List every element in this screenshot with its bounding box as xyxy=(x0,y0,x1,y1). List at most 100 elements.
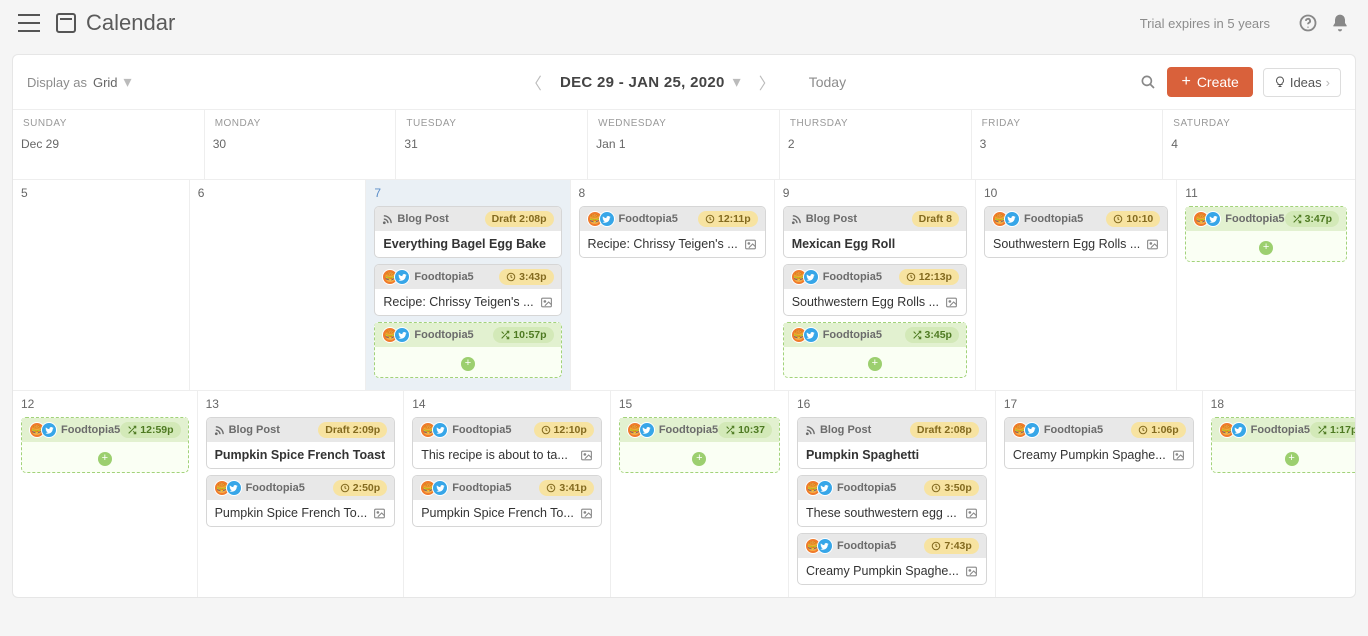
card-title: Everything Bagel Egg Bake xyxy=(383,237,546,251)
cell-date: 13 xyxy=(206,397,396,411)
requeue-slot[interactable]: 🍔 Foodtopia5 10:37+ xyxy=(619,417,780,473)
social-card[interactable]: 🍔 Foodtopia5 3:43pRecipe: Chrissy Teigen… xyxy=(374,264,561,316)
add-icon[interactable]: + xyxy=(1285,452,1299,466)
card-title: Recipe: Chrissy Teigen's ... xyxy=(383,295,533,309)
calendar-cell[interactable]: 3 xyxy=(972,131,1164,179)
cell-date: Jan 1 xyxy=(596,137,771,151)
blog-card[interactable]: Blog PostDraft 2:08pPumpkin Spaghetti xyxy=(797,417,987,469)
chevron-down-icon: ▾ xyxy=(124,72,132,92)
blog-card[interactable]: Blog PostDraft 2:08pEverything Bagel Egg… xyxy=(374,206,561,258)
blog-label: Blog Post xyxy=(214,424,280,436)
prev-period[interactable]: 〈 xyxy=(522,66,546,98)
add-icon[interactable]: + xyxy=(98,452,112,466)
requeue-slot[interactable]: 🍔 Foodtopia5 10:57p+ xyxy=(374,322,561,378)
social-card[interactable]: 🍔 Foodtopia5 3:50pThese southwestern egg… xyxy=(797,475,987,527)
add-icon[interactable]: + xyxy=(461,357,475,371)
day-header: SUNDAY xyxy=(13,110,205,131)
blog-card[interactable]: Blog PostDraft 2:09pPumpkin Spice French… xyxy=(206,417,396,469)
social-profile: 🍔 Foodtopia5 xyxy=(627,422,718,438)
social-profile: 🍔 Foodtopia5 xyxy=(1012,422,1103,438)
social-card[interactable]: 🍔 Foodtopia5 12:13pSouthwestern Egg Roll… xyxy=(783,264,967,316)
blog-label: Blog Post xyxy=(791,213,857,225)
social-card[interactable]: 🍔 Foodtopia5 1:06pCreamy Pumpkin Spaghe.… xyxy=(1004,417,1194,469)
cell-date: 30 xyxy=(213,137,388,151)
calendar-cell[interactable]: 17🍔 Foodtopia5 1:06pCreamy Pumpkin Spagh… xyxy=(996,390,1203,597)
requeue-slot[interactable]: 🍔 Foodtopia5 3:47p+ xyxy=(1185,206,1347,262)
cell-date: 6 xyxy=(198,186,358,200)
image-icon xyxy=(1172,449,1185,462)
card-title: Pumpkin Spaghetti xyxy=(806,448,919,462)
calendar-cell[interactable]: 15🍔 Foodtopia5 10:37+ xyxy=(611,390,789,597)
image-icon xyxy=(1146,238,1159,251)
time-pill: 12:10p xyxy=(534,422,594,438)
calendar-cell[interactable]: 10🍔 Foodtopia5 10:10Southwestern Egg Rol… xyxy=(976,179,1177,390)
social-card[interactable]: 🍔 Foodtopia5 2:50pPumpkin Spice French T… xyxy=(206,475,396,527)
social-profile: 🍔 Foodtopia5 xyxy=(420,480,511,496)
calendar-cell[interactable]: 13 Blog PostDraft 2:09pPumpkin Spice Fre… xyxy=(198,390,405,597)
blog-card[interactable]: Blog PostDraft 8Mexican Egg Roll xyxy=(783,206,967,258)
card-title: This recipe is about to ta... xyxy=(421,448,568,462)
requeue-slot[interactable]: 🍔 Foodtopia5 1:17p+ xyxy=(1211,417,1356,473)
calendar-cell[interactable]: 4 xyxy=(1163,131,1355,179)
social-card[interactable]: 🍔 Foodtopia5 10:10Southwestern Egg Rolls… xyxy=(984,206,1168,258)
add-icon[interactable]: + xyxy=(1259,241,1273,255)
create-button[interactable]: +Create xyxy=(1167,67,1252,97)
calendar-cell[interactable]: 16 Blog PostDraft 2:08pPumpkin Spaghetti… xyxy=(789,390,996,597)
calendar-cell[interactable]: 9 Blog PostDraft 8Mexican Egg Roll🍔 Food… xyxy=(775,179,976,390)
card-title: Recipe: Chrissy Teigen's ... xyxy=(588,237,738,251)
requeue-slot[interactable]: 🍔 Foodtopia5 12:59p+ xyxy=(21,417,189,473)
range-chevron-icon: ▾ xyxy=(733,72,741,92)
add-icon[interactable]: + xyxy=(868,357,882,371)
social-card[interactable]: 🍔 Foodtopia5 3:41pPumpkin Spice French T… xyxy=(412,475,602,527)
calendar-cell[interactable]: Dec 29 xyxy=(13,131,205,179)
menu-toggle[interactable] xyxy=(18,14,40,32)
image-icon xyxy=(744,238,757,251)
social-card[interactable]: 🍔 Foodtopia5 7:43pCreamy Pumpkin Spaghe.… xyxy=(797,533,987,585)
calendar-cell[interactable]: 2 xyxy=(780,131,972,179)
calendar-cell[interactable]: 31 xyxy=(396,131,588,179)
calendar-cell[interactable]: 12🍔 Foodtopia5 12:59p+ xyxy=(13,390,198,597)
social-profile: 🍔 Foodtopia5 xyxy=(791,269,882,285)
social-profile: 🍔 Foodtopia5 xyxy=(992,211,1083,227)
day-header: THURSDAY xyxy=(780,110,972,131)
display-as-value[interactable]: Grid xyxy=(93,75,118,90)
day-header: WEDNESDAY xyxy=(588,110,780,131)
chevron-right-icon: › xyxy=(1326,75,1330,90)
add-icon[interactable]: + xyxy=(692,452,706,466)
social-profile: 🍔 Foodtopia5 xyxy=(214,480,305,496)
cell-date: Dec 29 xyxy=(21,137,196,151)
calendar-cell[interactable]: 14🍔 Foodtopia5 12:10pThis recipe is abou… xyxy=(404,390,611,597)
social-profile: 🍔 Foodtopia5 xyxy=(382,327,473,343)
time-pill: 12:11p xyxy=(698,211,758,227)
calendar-cell[interactable]: Jan 1 xyxy=(588,131,780,179)
cell-date: 11 xyxy=(1185,186,1347,200)
calendar-cell[interactable]: 6 xyxy=(190,179,367,390)
calendar-cell[interactable]: 30 xyxy=(205,131,397,179)
calendar-cell[interactable]: 7 Blog PostDraft 2:08pEverything Bagel E… xyxy=(366,179,570,390)
ideas-button[interactable]: Ideas › xyxy=(1263,68,1341,97)
blog-label: Blog Post xyxy=(805,424,871,436)
image-icon xyxy=(965,507,978,520)
status-pill: Draft 2:08p xyxy=(485,211,554,227)
bell-icon[interactable] xyxy=(1330,13,1350,33)
card-title: Pumpkin Spice French Toast xyxy=(215,448,386,462)
help-icon[interactable] xyxy=(1298,13,1318,33)
date-range[interactable]: DEC 29 - JAN 25, 2020 xyxy=(560,74,725,91)
cell-date: 3 xyxy=(980,137,1155,151)
search-icon[interactable] xyxy=(1139,73,1157,91)
calendar-cell[interactable]: 18🍔 Foodtopia5 1:17p+ xyxy=(1203,390,1356,597)
time-pill: 3:45p xyxy=(905,327,959,343)
calendar-cell[interactable]: 8🍔 Foodtopia5 12:11pRecipe: Chrissy Teig… xyxy=(571,179,775,390)
next-period[interactable]: 〉 xyxy=(755,66,779,98)
social-card[interactable]: 🍔 Foodtopia5 12:10pThis recipe is about … xyxy=(412,417,602,469)
social-card[interactable]: 🍔 Foodtopia5 12:11pRecipe: Chrissy Teige… xyxy=(579,206,766,258)
card-title: Southwestern Egg Rolls ... xyxy=(993,237,1140,251)
calendar-cell[interactable]: 11🍔 Foodtopia5 3:47p+ xyxy=(1177,179,1355,390)
time-pill: 3:47p xyxy=(1285,211,1339,227)
card-title: Pumpkin Spice French To... xyxy=(215,506,368,520)
cell-date: 14 xyxy=(412,397,602,411)
calendar-cell[interactable]: 5 xyxy=(13,179,190,390)
social-profile: 🍔 Foodtopia5 xyxy=(1219,422,1310,438)
requeue-slot[interactable]: 🍔 Foodtopia5 3:45p+ xyxy=(783,322,967,378)
today-button[interactable]: Today xyxy=(809,74,846,90)
